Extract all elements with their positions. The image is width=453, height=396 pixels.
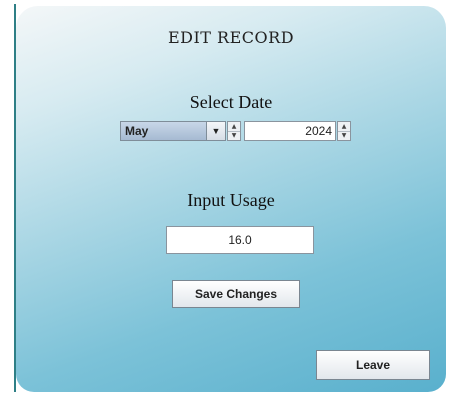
window-frame: EDIT RECORD Select Date May ▼ ▲ ▼ 2024 ▲… xyxy=(0,0,453,396)
usage-input[interactable]: 16.0 xyxy=(166,226,314,254)
panel-title: EDIT RECORD xyxy=(167,28,295,47)
select-date-label: Select Date xyxy=(189,92,273,112)
left-margin xyxy=(0,0,14,396)
month-spinner[interactable]: ▲ ▼ xyxy=(227,121,241,141)
year-spinner[interactable]: ▲ ▼ xyxy=(337,121,351,141)
month-value: May xyxy=(125,124,149,138)
input-usage-label: Input Usage xyxy=(187,190,275,210)
edit-record-panel: EDIT RECORD Select Date May ▼ ▲ ▼ 2024 ▲… xyxy=(16,6,446,392)
spinner-down-icon[interactable]: ▼ xyxy=(338,131,350,140)
spinner-down-icon[interactable]: ▼ xyxy=(228,131,240,140)
leave-button[interactable]: Leave xyxy=(316,350,430,380)
month-dropdown[interactable]: May ▼ xyxy=(120,121,226,141)
chevron-down-icon[interactable]: ▼ xyxy=(206,122,225,140)
year-field[interactable]: 2024 xyxy=(244,121,336,141)
save-changes-button[interactable]: Save Changes xyxy=(172,280,300,308)
